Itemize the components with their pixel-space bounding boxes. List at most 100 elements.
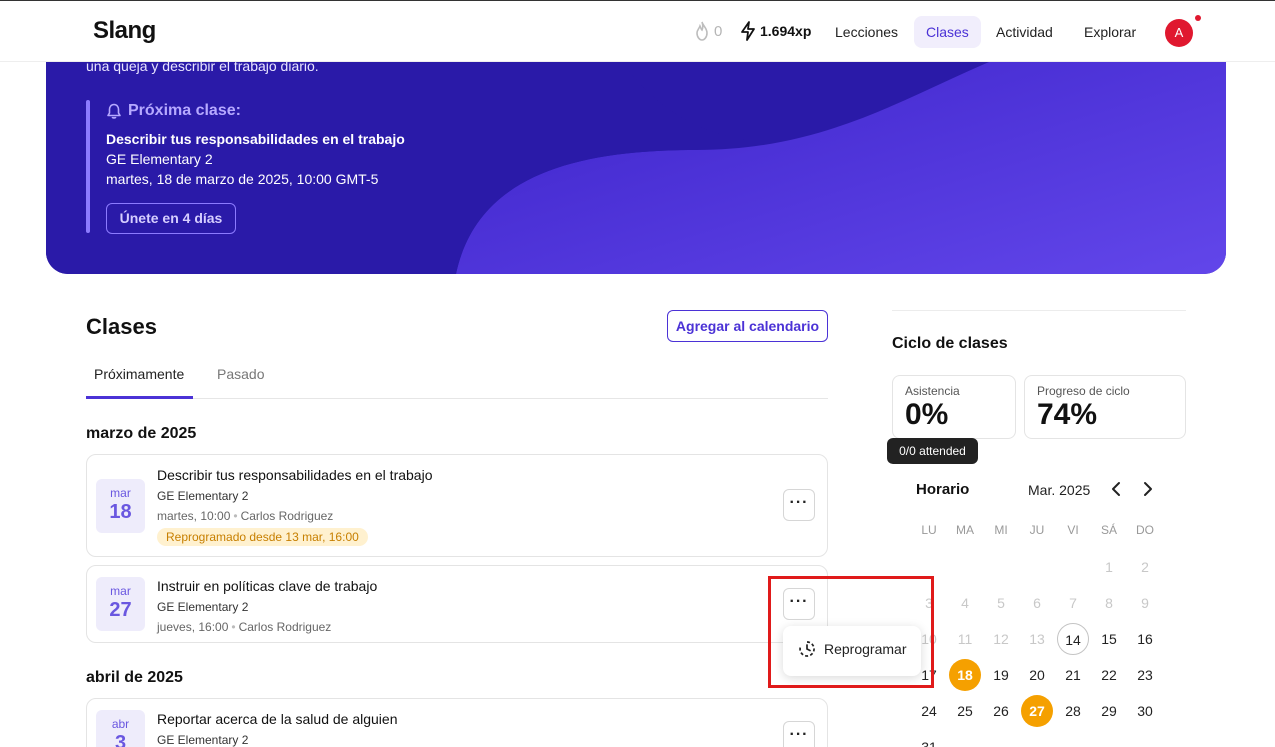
class-meta: martes, 10:00 • Carlos Rodriguez [157,509,334,523]
active-tab-indicator [86,396,193,399]
calendar-day[interactable]: 19 [985,659,1017,691]
calendar-day[interactable]: 31 [913,731,945,747]
calendar-week: 31 [911,731,1163,747]
calendar-week: 12 [911,551,1163,587]
class-card[interactable]: mar 27 Instruir en políticas clave de tr… [86,565,828,643]
class-title: Reportar acerca de la salud de alguien [157,711,398,727]
calendar-day[interactable]: 16 [1129,623,1161,655]
more-options-button[interactable]: ··· [783,489,815,521]
next-class-level: GE Elementary 2 [106,151,213,167]
options-dropdown: Reprogramar [783,626,921,676]
tab-past[interactable]: Pasado [217,366,264,399]
next-class-datetime: martes, 18 de marzo de 2025, 10:00 GMT-5 [106,171,379,187]
calendar-day[interactable]: 2 [1129,551,1161,583]
calendar-day[interactable]: 3 [913,587,945,619]
nav-explorar[interactable]: Explorar [1072,16,1148,48]
class-title: Describir tus responsabilidades en el tr… [157,467,433,483]
calendar-day[interactable]: 21 [1057,659,1089,691]
calendar-day[interactable]: 24 [913,695,945,727]
calendar-week: 24 25 26 27 28 29 30 [911,695,1163,731]
join-class-button[interactable]: Únete en 4 días [106,203,236,234]
class-card[interactable]: abr 3 Reportar acerca de la salud de alg… [86,698,828,747]
weekday-label: SÁ [1100,523,1117,537]
class-card[interactable]: mar 18 Describir tus responsabilidades e… [86,454,828,557]
chevron-right-icon[interactable] [1139,478,1157,500]
class-date-box: mar 27 [96,577,145,631]
tab-upcoming[interactable]: Próximamente [94,366,184,399]
calendar-day[interactable]: 6 [1021,587,1053,619]
calendar-day[interactable]: 13 [1021,623,1053,655]
calendar-week: 17 18 19 20 21 22 23 [911,659,1163,695]
calendar-day[interactable]: 12 [985,623,1017,655]
calendar-day[interactable]: 25 [949,695,981,727]
class-title: Instruir en políticas clave de trabajo [157,578,378,594]
next-class-title: Describir tus responsabilidades en el tr… [106,131,405,147]
cycle-title: Ciclo de clases [892,335,1008,352]
class-date-box: mar 18 [96,479,145,533]
class-teacher: Carlos Rodriguez [240,509,334,523]
calendar-day[interactable]: 22 [1093,659,1125,691]
attendance-tooltip: 0/0 attended [887,438,978,464]
calendar-month: Mar. 2025 [1028,482,1091,498]
month-heading: abril de 2025 [86,669,183,686]
calendar-day[interactable]: 28 [1057,695,1089,727]
nav-actividad[interactable]: Actividad [984,16,1065,48]
calendar-day[interactable]: 14 [1057,623,1089,655]
calendar-day[interactable]: 30 [1129,695,1161,727]
more-options-button[interactable]: ··· [783,721,815,747]
calendar-day[interactable]: 27 [1021,695,1053,727]
divider [892,310,1186,311]
class-teacher: Carlos Rodriguez [238,620,332,634]
calendar-day[interactable]: 20 [1021,659,1053,691]
xp-counter: 1.694xp [740,21,811,41]
calendar-day[interactable]: 18 [949,659,981,691]
hero-background-shape [46,40,1226,274]
calendar-day[interactable]: 4 [949,587,981,619]
logo[interactable]: Slang [93,17,156,45]
progress-label: Progreso de ciclo [1037,384,1130,398]
add-to-calendar-button[interactable]: Agregar al calendario [667,310,828,342]
weekday-row: LU MA MI JU VI SÁ DO [911,514,1163,550]
class-day: 3 [114,732,127,747]
nav-lecciones[interactable]: Lecciones [823,16,910,48]
nav-clases[interactable]: Clases [914,16,981,48]
streak-value: 0 [714,22,723,40]
calendar-day[interactable]: 5 [985,587,1017,619]
class-month: abr [111,717,130,731]
weekday-label: JU [1029,523,1045,537]
class-day: 27 [109,599,132,621]
calendar-day[interactable]: 11 [949,623,981,655]
hero-accent-bar [86,100,90,233]
notification-dot [1195,15,1201,21]
reschedule-menu-item[interactable]: Reprogramar [798,640,906,658]
weekday-label: MA [956,523,974,537]
chevron-left-icon[interactable] [1107,478,1125,500]
calendar-day[interactable]: 8 [1093,587,1125,619]
xp-value: 1.694xp [760,23,812,39]
weekday-label: MI [994,523,1008,537]
calendar-day[interactable]: 7 [1057,587,1089,619]
hero-banner: una queja y describir el trabajo diario.… [46,40,1226,274]
reschedule-icon [799,641,815,657]
progress-value: 74% [1037,398,1098,431]
calendar-day[interactable]: 26 [985,695,1017,727]
class-time: jueves, 16:00 [157,620,229,634]
calendar-week: 3456789 [911,587,1163,623]
class-meta: jueves, 16:00 • Carlos Rodriguez [157,620,332,634]
lightning-icon [741,21,755,41]
classes-tabs: Próximamente Pasado [86,358,828,399]
reschedule-label: Reprogramar [824,641,907,657]
calendar-day[interactable]: 1 [1093,551,1125,583]
weekday-label: VI [1067,523,1079,537]
calendar-day[interactable]: 15 [1093,623,1125,655]
class-month: mar [110,584,131,598]
more-options-button[interactable]: ··· [783,588,815,620]
calendar-day[interactable]: 23 [1129,659,1161,691]
class-level: GE Elementary 2 [157,489,249,503]
avatar[interactable]: A [1165,19,1193,47]
calendar-day[interactable]: 9 [1129,587,1161,619]
calendar-week: 10 11 12 13 14 15 16 [911,623,1163,659]
attendance-card[interactable]: Asistencia 0% [892,375,1016,439]
next-class-label: Próxima clase: [106,102,241,120]
calendar-day[interactable]: 29 [1093,695,1125,727]
